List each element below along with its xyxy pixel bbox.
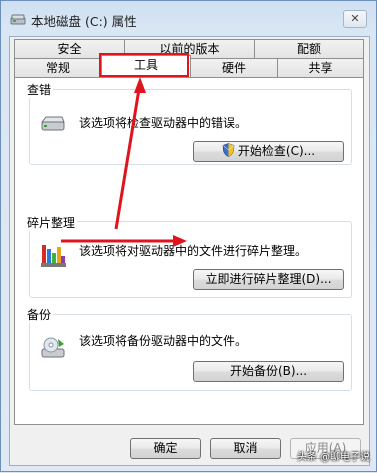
hard-drive-icon: [40, 116, 65, 131]
start-check-label: 开始检查(C)...: [237, 144, 316, 158]
error-check-title: 查错: [25, 81, 54, 98]
window-title: 本地磁盘 (C:) 属性: [31, 14, 137, 29]
dialog-client-area: 安全 以前的版本 配额 常规 工具 硬件 共享 查错 该选项将检查驱动器中的错误…: [9, 36, 370, 466]
defrag-description: 该选项将对驱动器中的文件进行碎片整理。: [79, 244, 308, 258]
backup-icon: [41, 337, 65, 358]
start-backup-button[interactable]: 开始备份(B)...: [193, 361, 344, 382]
start-check-button[interactable]: 开始检查(C)...: [193, 141, 344, 162]
cancel-button[interactable]: 取消: [210, 438, 281, 459]
title-bar: 本地磁盘 (C:) 属性 ✕: [1, 1, 376, 37]
tools-tab-panel: 查错 该选项将检查驱动器中的错误。 开始检查(C)... 碎片整理 该选项将对驱…: [14, 77, 364, 425]
error-check-description: 该选项将检查驱动器中的错误。: [79, 116, 248, 130]
tab-general[interactable]: 常规: [14, 58, 102, 77]
backup-description: 该选项将备份驱动器中的文件。: [79, 334, 248, 348]
uac-shield-icon: [222, 143, 235, 157]
defragment-now-button[interactable]: 立即进行碎片整理(D)...: [193, 269, 344, 290]
tools-tab-highlight: [99, 53, 189, 77]
tab-sharing[interactable]: 共享: [277, 58, 364, 77]
defrag-title: 碎片整理: [25, 214, 78, 231]
watermark: 头条 @聊电子说: [296, 452, 370, 463]
ok-button[interactable]: 确定: [130, 438, 201, 459]
properties-dialog: 本地磁盘 (C:) 属性 ✕ 安全 以前的版本 配额 常规 工具 硬件 共享 查…: [0, 0, 377, 472]
tab-hardware[interactable]: 硬件: [190, 58, 278, 77]
defrag-icon: [41, 245, 66, 267]
drive-icon: [10, 14, 26, 25]
tab-quota[interactable]: 配额: [254, 39, 364, 58]
backup-title: 备份: [25, 306, 54, 323]
close-button[interactable]: ✕: [343, 10, 367, 28]
